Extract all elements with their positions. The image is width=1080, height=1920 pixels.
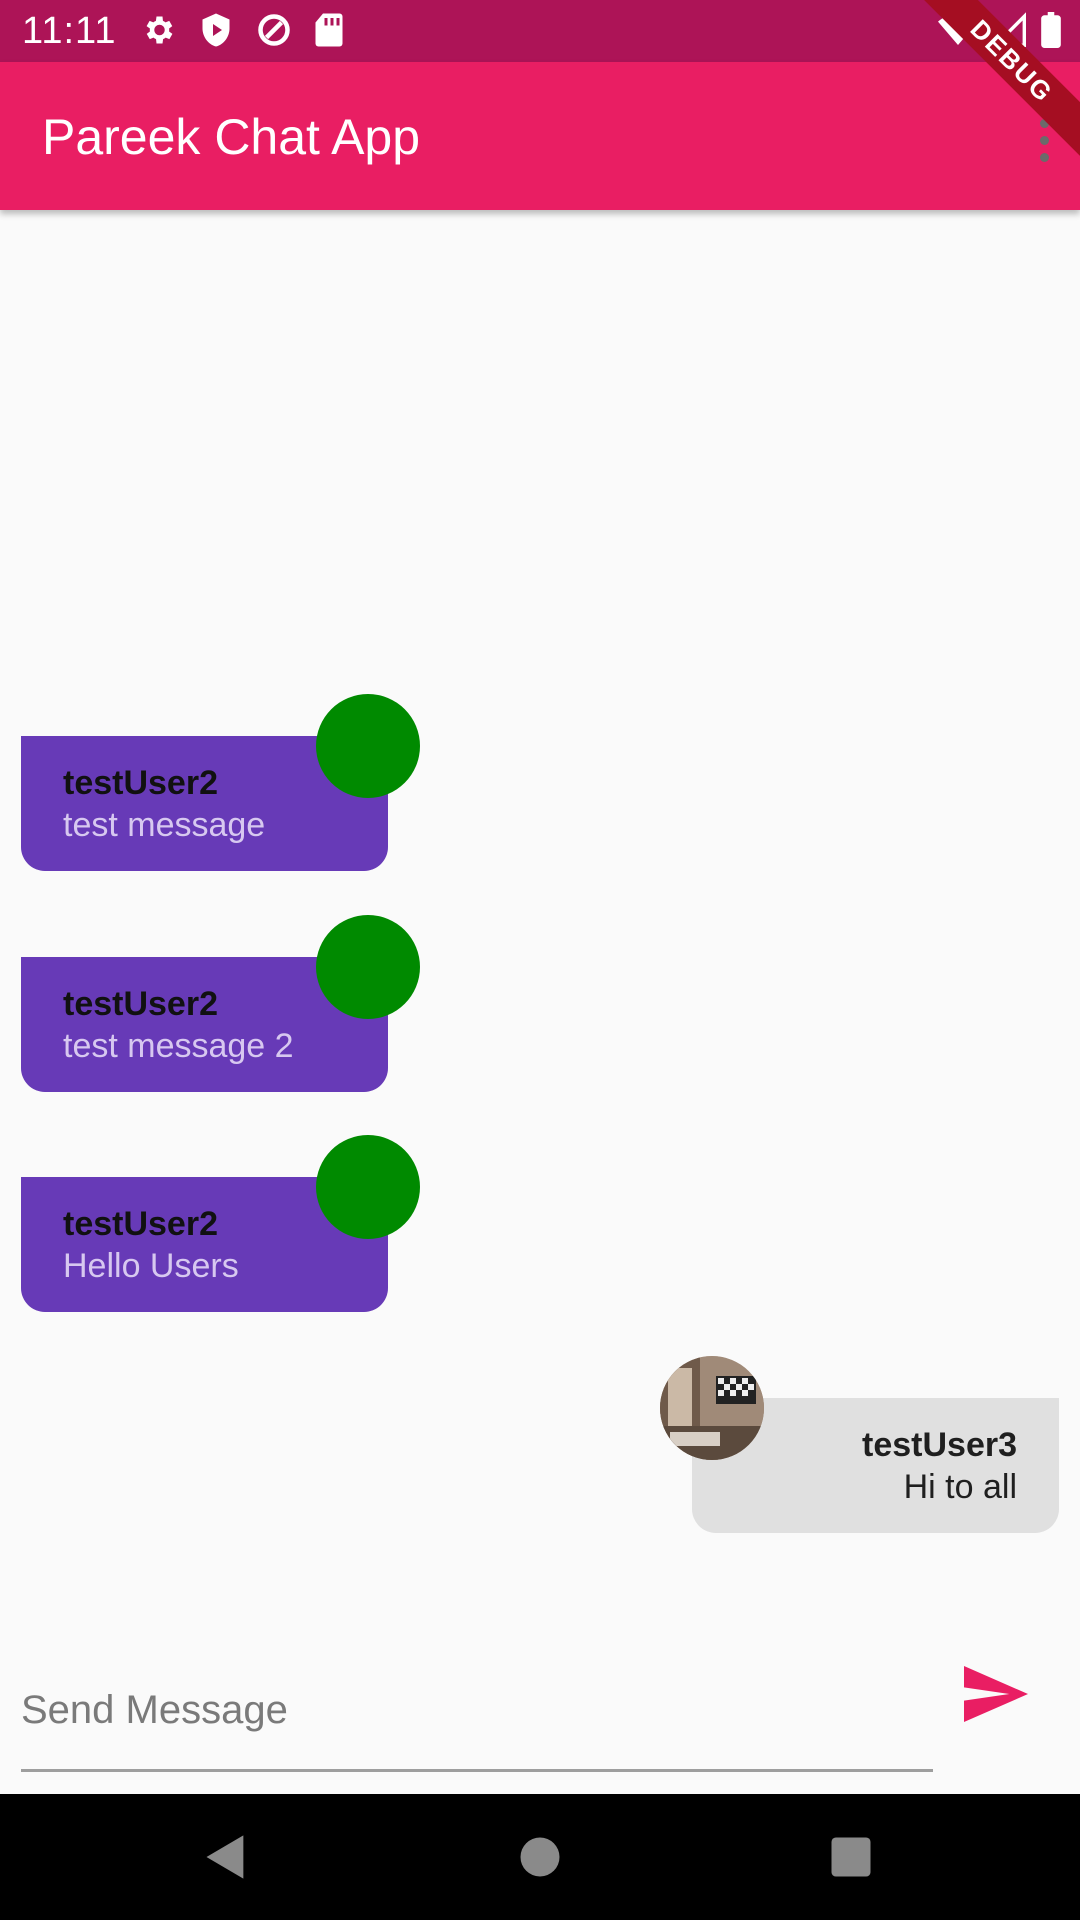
avatar	[316, 1135, 420, 1239]
message-text: Hi to all	[903, 1468, 1017, 1506]
back-icon	[206, 1835, 244, 1879]
shield-play-icon	[202, 13, 230, 47]
gear-icon	[146, 16, 173, 44]
send-icon	[964, 1666, 1028, 1722]
status-notification-icons	[140, 12, 344, 48]
back-button[interactable]	[200, 1831, 252, 1883]
avatar	[660, 1356, 764, 1460]
avatar	[316, 915, 420, 1019]
message-text: test message 2	[63, 1027, 294, 1065]
send-button[interactable]	[964, 1666, 1028, 1722]
navigation-bar	[0, 1794, 1080, 1920]
app-title: Pareek Chat App	[42, 109, 421, 165]
recents-icon	[831, 1837, 871, 1877]
status-bar: 11:11	[0, 0, 1080, 62]
avatar	[316, 694, 420, 798]
message-text: test message	[63, 806, 266, 844]
battery-icon	[1041, 12, 1061, 48]
data-saver-icon	[258, 14, 290, 46]
sd-card-icon	[315, 13, 343, 47]
message-text: Hello Users	[63, 1247, 239, 1285]
message-input[interactable]	[21, 1652, 933, 1772]
app-bar: Pareek Chat App	[0, 62, 1080, 210]
recents-button[interactable]	[825, 1831, 877, 1883]
status-time: 11:11	[22, 10, 117, 52]
home-button[interactable]	[514, 1831, 566, 1883]
home-icon	[520, 1837, 560, 1877]
